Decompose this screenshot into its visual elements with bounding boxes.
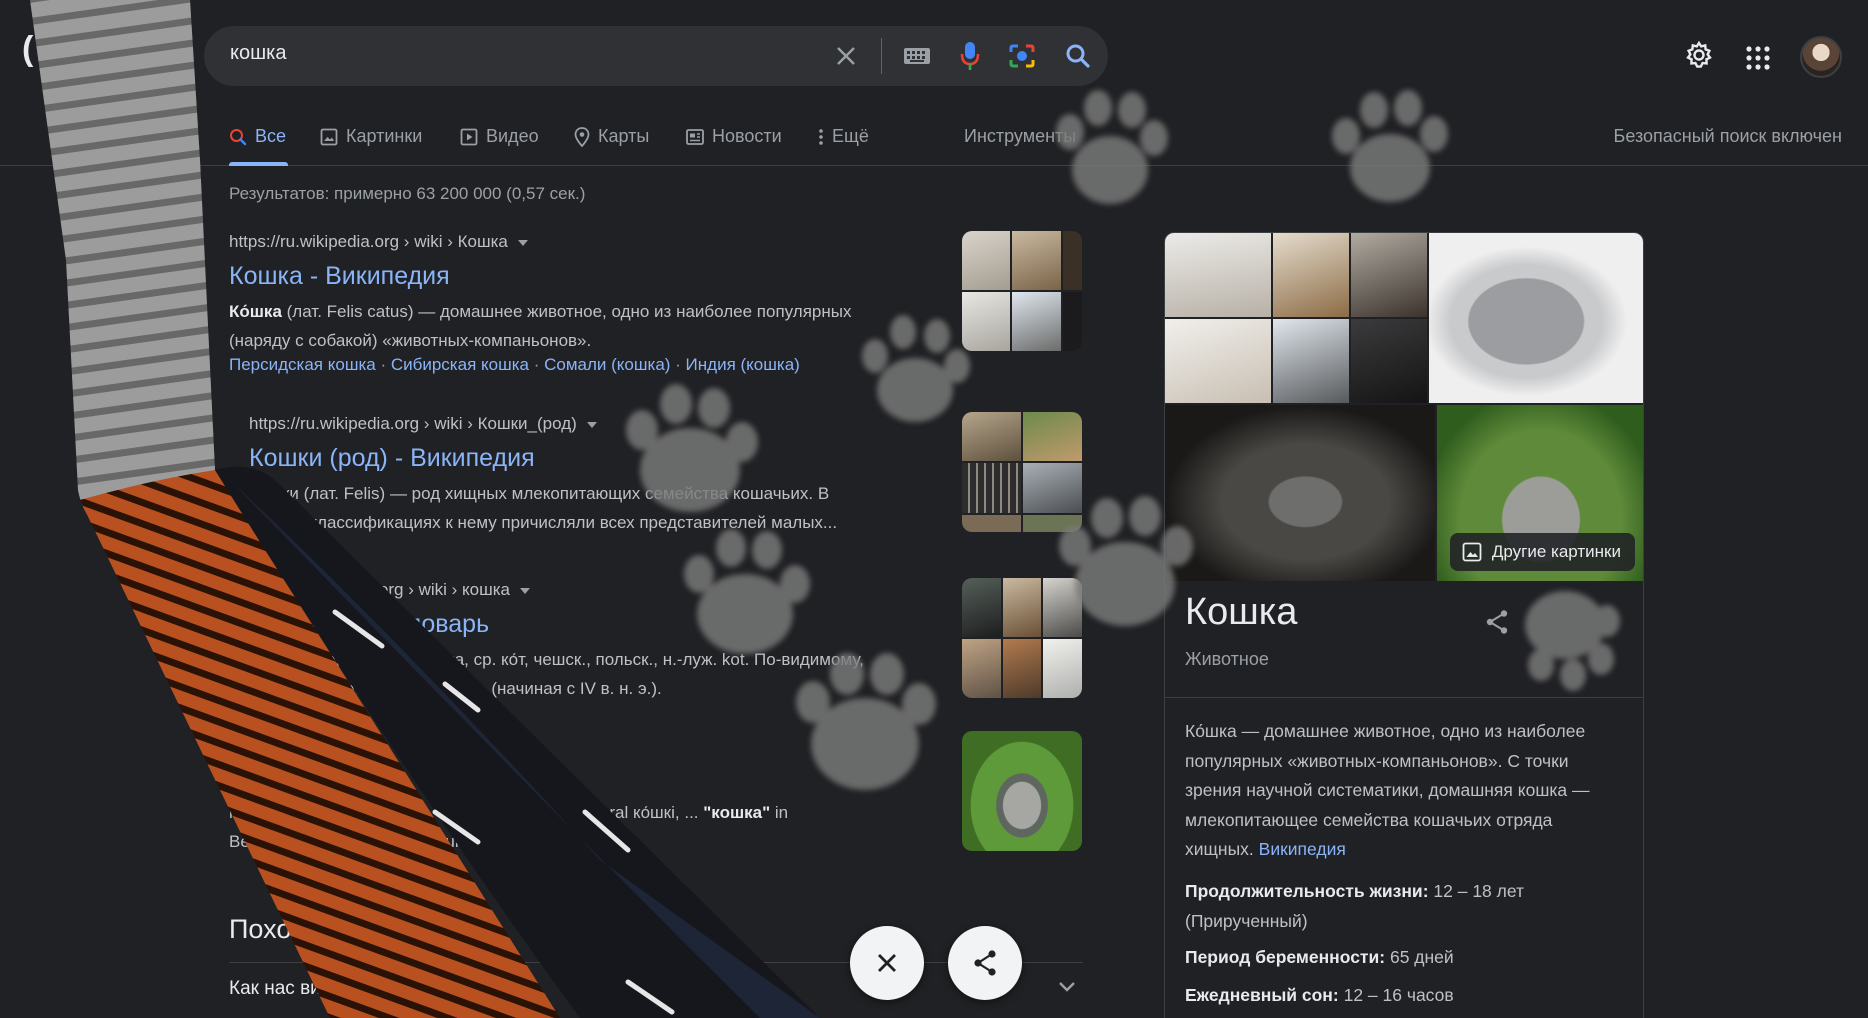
map-pin-icon	[574, 126, 590, 147]
search-tabs: Все Картинки Видео Карты Новости Ещё Инс…	[0, 112, 1868, 166]
divider	[1165, 697, 1643, 698]
kp-fact: Продолжительность жизни: 12 – 18 лет (Пр…	[1185, 881, 1525, 931]
result-sitelinks: Персидская кошка · Сибирская кошка · Сом…	[229, 355, 800, 374]
search-result: кошка (Belarusian) · Noun · кошка (kóška…	[229, 798, 788, 856]
result-title[interactable]: кошка — Викисловарь	[229, 610, 864, 639]
related-question[interactable]: Как нас видят кошки?	[229, 978, 420, 1000]
safe-search-status[interactable]: Безопасный поиск включен	[1614, 126, 1842, 147]
result-snippet: Ко́шка (лат. Felis catus) — домашнее жив…	[229, 302, 852, 350]
result-thumbnail[interactable]	[962, 578, 1082, 698]
more-images-button[interactable]: Другие картинки	[1449, 533, 1635, 571]
result-title[interactable]: Кошка - Википедия	[229, 262, 851, 291]
active-tab-indicator	[229, 162, 288, 166]
related-searches-title: Похожие запросы	[229, 914, 452, 944]
grey-cat-paw	[30, 0, 215, 541]
kp-fact: Период беременности: 65 дней	[1185, 947, 1454, 967]
search-bar[interactable]: кошка	[204, 26, 1108, 86]
result-url[interactable]: https://ru.wikipedia.org › wiki › Кошки_…	[249, 414, 837, 434]
wikipedia-link[interactable]: Википедия	[1259, 839, 1346, 859]
result-snippet: Ко́шки (лат. Felis) — род хищных млекопи…	[249, 484, 838, 532]
kp-image-maine-coon[interactable]	[1165, 405, 1435, 581]
result-thumbnail[interactable]	[962, 231, 1082, 351]
result-snippet: кошка (Belarusian) · Noun · кошка (kóška…	[229, 803, 789, 851]
chevron-down-icon[interactable]	[1058, 980, 1076, 998]
tab-video[interactable]: Видео	[460, 126, 539, 147]
search-divider	[881, 38, 882, 74]
apps-grid-icon[interactable]	[1746, 46, 1770, 75]
result-url[interactable]: https://ru.wiktionary.org › wiki › кошка	[229, 580, 864, 600]
share-button[interactable]	[948, 926, 1022, 1000]
tab-more[interactable]: Ещё	[818, 126, 869, 147]
more-vert-icon	[819, 128, 823, 145]
settings-icon[interactable]	[1684, 40, 1714, 75]
results-count: Результатов: примерно 63 200 000 (0,57 с…	[229, 184, 586, 203]
image-icon	[1462, 542, 1482, 562]
result-snippet: Родственно др.-русск. кошька, ср. ко́т, …	[229, 650, 864, 698]
news-icon	[686, 128, 704, 145]
share-icon	[974, 950, 996, 976]
image-icon	[320, 128, 338, 145]
mic-icon[interactable]	[950, 26, 990, 86]
kp-subtitle: Животное	[1185, 649, 1269, 669]
search-icon	[230, 128, 247, 145]
sitelink[interactable]: Персидская кошка	[229, 355, 376, 374]
tab-all[interactable]: Все	[229, 126, 286, 147]
avatar[interactable]	[1800, 36, 1842, 78]
search-result: https://ru.wiktionary.org › wiki › кошка…	[229, 580, 864, 703]
sitelink[interactable]: Сомали (кошка)	[544, 355, 670, 374]
tab-maps[interactable]: Карты	[574, 126, 649, 147]
knowledge-panel: Другие картинки Кошка Животное Ко́шка — …	[1164, 232, 1644, 1018]
result-thumbnail[interactable]	[962, 731, 1082, 851]
result-title[interactable]: Кошки (род) - Википедия	[249, 444, 837, 473]
tab-news[interactable]: Новости	[686, 126, 782, 147]
video-icon	[460, 128, 478, 145]
camera-lens-icon[interactable]	[1000, 26, 1044, 86]
close-button[interactable]	[850, 926, 924, 1000]
search-input[interactable]: кошка	[230, 42, 286, 65]
kp-title: Кошка	[1185, 591, 1298, 633]
kp-fact: Ежедневный сон: 12 – 16 часов	[1185, 985, 1454, 1005]
close-icon	[878, 954, 896, 972]
search-result: https://ru.wikipedia.org › wiki › Кошки_…	[249, 414, 837, 537]
tools-button[interactable]: Инструменты	[964, 126, 1076, 147]
kp-image-grey-cat[interactable]	[1429, 233, 1643, 403]
sitelink[interactable]: Индия (кошка)	[686, 355, 800, 374]
kp-image-cat-grass[interactable]: Другие картинки	[1437, 405, 1643, 581]
clear-icon[interactable]	[826, 26, 866, 86]
kp-image-collage[interactable]	[1165, 233, 1427, 403]
search-icon[interactable]	[1056, 26, 1100, 86]
paw-print	[862, 315, 970, 422]
search-result: https://ru.wikipedia.org › wiki › Кошка …	[229, 232, 851, 375]
result-url[interactable]: https://ru.wikipedia.org › wiki › Кошка	[229, 232, 851, 252]
chevron-down-icon[interactable]	[586, 421, 597, 428]
result-thumbnail[interactable]	[962, 412, 1082, 532]
chevron-down-icon[interactable]	[517, 239, 528, 246]
google-logo-fragment[interactable]: (	[22, 30, 33, 69]
kp-description: Ко́шка — домашнее животное, одно из наиб…	[1185, 721, 1590, 859]
share-icon[interactable]	[1485, 609, 1509, 640]
keyboard-icon[interactable]	[894, 26, 940, 86]
tab-images[interactable]: Картинки	[320, 126, 422, 147]
sitelink[interactable]: Сибирская кошка	[391, 355, 529, 374]
chevron-down-icon[interactable]	[520, 587, 531, 594]
